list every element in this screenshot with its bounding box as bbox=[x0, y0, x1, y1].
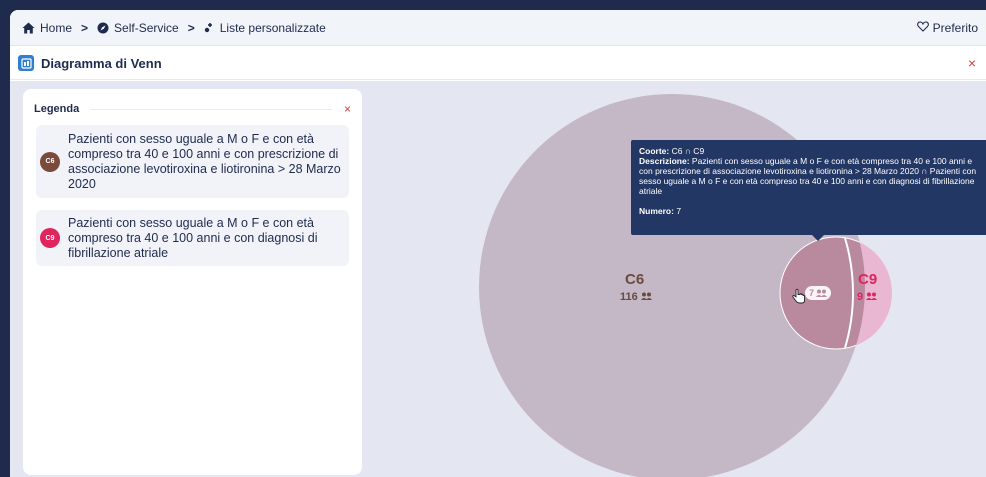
venn-diagram-icon bbox=[18, 55, 34, 71]
tooltip-numero: Numero: 7 bbox=[639, 206, 981, 216]
legend-panel: Legenda × C6 Pazienti con sesso uguale a… bbox=[23, 89, 362, 475]
panel-close-button[interactable]: × bbox=[968, 55, 976, 71]
intersection-count: 7 bbox=[809, 288, 814, 298]
content-area: C6 116 C9 9 7 Coorte: C6 ∩ C9 Descrizion… bbox=[10, 81, 986, 477]
c6-count: 116 bbox=[620, 291, 638, 303]
app-frame: Home > Self-Service > Liste personalizza… bbox=[10, 10, 986, 477]
breadcrumb: Home > Self-Service > Liste personalizza… bbox=[10, 10, 986, 46]
tooltip-descrizione-value: Pazienti con sesso uguale a M o F e con … bbox=[639, 156, 977, 196]
breadcrumb-self-service[interactable]: Self-Service bbox=[97, 21, 179, 35]
home-icon bbox=[22, 22, 35, 34]
c6-label: C6 bbox=[625, 271, 644, 288]
favorite-label: Preferito bbox=[932, 21, 978, 35]
breadcrumb-separator: > bbox=[81, 20, 89, 35]
tooltip-descrizione: Descrizione: Pazienti con sesso uguale a… bbox=[639, 156, 981, 196]
c9-count: 9 bbox=[857, 291, 863, 303]
legend-item-c9-text: Pazienti con sesso uguale a M o F e con … bbox=[68, 215, 318, 260]
heart-icon bbox=[916, 21, 929, 35]
breadcrumb-home[interactable]: Home bbox=[22, 21, 72, 35]
tooltip-numero-value: 7 bbox=[676, 206, 682, 216]
legend-divider bbox=[91, 108, 332, 110]
legend-header: Legenda × bbox=[34, 102, 351, 116]
favorite-button[interactable]: Preferito bbox=[916, 10, 978, 46]
tooltip-descrizione-label: Descrizione: bbox=[639, 156, 690, 166]
legend-item-c6-text: Pazienti con sesso uguale a M o F e con … bbox=[68, 131, 341, 191]
c6-badge: C6 bbox=[40, 151, 60, 172]
breadcrumb-separator: > bbox=[187, 20, 195, 35]
legend-title: Legenda bbox=[34, 103, 80, 115]
tooltip-coorte-label: Coorte: bbox=[639, 146, 670, 156]
tooltip-numero-label: Numero: bbox=[639, 206, 674, 216]
list-settings-icon bbox=[204, 22, 215, 33]
intersection-tooltip: Coorte: C6 ∩ C9 Descrizione: Pazienti co… bbox=[631, 140, 986, 235]
legend-close-button[interactable]: × bbox=[344, 102, 351, 116]
tooltip-coorte-value: C6 ∩ C9 bbox=[671, 146, 705, 156]
breadcrumb-self-service-label: Self-Service bbox=[114, 20, 179, 35]
page-title: Diagramma di Venn bbox=[41, 55, 162, 71]
tooltip-arrow bbox=[812, 235, 824, 241]
legend-item-c6[interactable]: C6 Pazienti con sesso uguale a M o F e c… bbox=[36, 125, 349, 198]
tooltip-coorte: Coorte: C6 ∩ C9 bbox=[639, 146, 981, 156]
breadcrumb-lists-label: Liste personalizzate bbox=[219, 20, 326, 35]
panel-header: Diagramma di Venn × bbox=[10, 47, 986, 80]
legend-item-c9[interactable]: C9 Pazienti con sesso uguale a M o F e c… bbox=[36, 210, 349, 266]
c9-badge: C9 bbox=[40, 228, 60, 248]
breadcrumb-liste-personalizzate[interactable]: Liste personalizzate bbox=[204, 21, 326, 35]
compass-icon bbox=[97, 22, 109, 34]
c9-label: C9 bbox=[858, 271, 877, 288]
breadcrumb-home-label: Home bbox=[40, 20, 73, 35]
